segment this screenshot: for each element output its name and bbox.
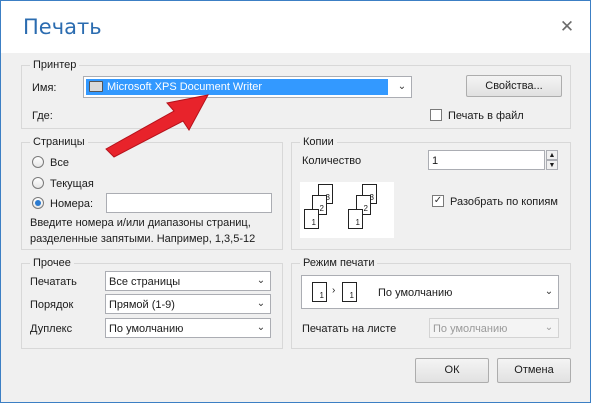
pages-hint-text: Введите номера и/или диапазоны страниц, … [30,217,256,245]
pages-current-radio[interactable] [32,177,44,189]
copies-count-value: 1 [432,155,439,167]
annotation-arrow [105,94,209,158]
per-sheet-label: Печатать на листе [302,323,397,335]
chevron-down-icon: ⌄ [256,298,266,309]
mode-source-page-icon: 1 [312,282,327,302]
other-order-select[interactable]: Прямой (1-9) ⌄ [105,294,271,314]
printer-name-label: Имя: [32,82,57,94]
copies-group-title: Копии [300,135,337,149]
properties-button[interactable]: Свойства... [466,75,562,97]
title-bar: Печать ✕ [1,1,590,53]
copies-group: Копии Количество 1 ▲ ▼ 3 2 1 3 2 1 ✓ Раз… [291,135,571,250]
other-order-value: Прямой (1-9) [109,299,175,311]
annotation-arrow-shape [105,94,209,158]
other-print-label: Печатать [30,276,77,288]
chevron-down-icon: ⌄ [397,81,407,92]
dialog-title: Печать [23,15,102,39]
printer-group-title: Принтер [30,58,80,72]
other-order-label: Порядок [30,299,74,311]
print-mode-select[interactable]: 1 › 1 По умолчанию ⌄ [301,275,559,309]
print-mode-value: По умолчанию [378,287,453,299]
arrow-right-icon: › [332,285,336,296]
other-print-select[interactable]: Все страницы ⌄ [105,271,271,291]
collate-page-1a: 1 [304,209,319,229]
pages-numbers-input[interactable] [106,193,272,213]
pages-group-title: Страницы [30,135,88,149]
other-group: Прочее Печатать Все страницы ⌄ Порядок П… [21,256,283,349]
other-duplex-select[interactable]: По умолчанию ⌄ [105,318,271,338]
copies-count-spinner-down[interactable]: ▼ [546,160,558,170]
cancel-button[interactable]: Отмена [497,358,571,383]
chevron-down-icon: ⌄ [256,322,266,333]
copies-count-label: Количество [302,155,362,167]
close-icon[interactable]: ✕ [557,17,577,37]
per-sheet-select[interactable]: По умолчанию ⌄ [429,318,559,338]
pages-all-radio[interactable] [32,156,44,168]
pages-current-label: Текущая [50,178,94,190]
other-duplex-value: По умолчанию [109,323,184,335]
chevron-down-icon: ⌄ [544,286,554,297]
other-group-title: Прочее [30,256,74,270]
copies-count-spinner-up[interactable]: ▲ [546,150,558,160]
copies-count-input[interactable]: 1 [428,150,545,170]
chevron-down-icon: ⌄ [256,275,266,286]
print-mode-group: Режим печати 1 › 1 По умолчанию ⌄ Печата… [291,256,571,349]
collate-checkbox[interactable]: ✓ [432,195,444,207]
ok-button[interactable]: ОК [415,358,489,383]
other-duplex-label: Дуплекс [30,323,73,335]
print-to-file-checkbox[interactable] [430,109,442,121]
pages-all-label: Все [50,157,69,169]
pages-numbers-radio[interactable] [32,197,44,209]
printer-where-label: Где: [32,110,53,122]
collate-page-1b: 1 [348,209,363,229]
mode-target-page-icon: 1 [342,282,357,302]
print-dialog: Печать ✕ Принтер Имя: Microsoft XPS Docu… [0,0,591,403]
pages-numbers-label: Номера: [50,198,94,210]
print-mode-group-title: Режим печати [300,256,378,270]
chevron-down-icon: ⌄ [544,322,554,333]
collate-preview-image: 3 2 1 3 2 1 [300,182,394,238]
print-to-file-label: Печать в файл [448,110,524,122]
other-print-value: Все страницы [109,276,181,288]
collate-label: Разобрать по копиям [450,196,558,208]
per-sheet-value: По умолчанию [433,323,508,335]
